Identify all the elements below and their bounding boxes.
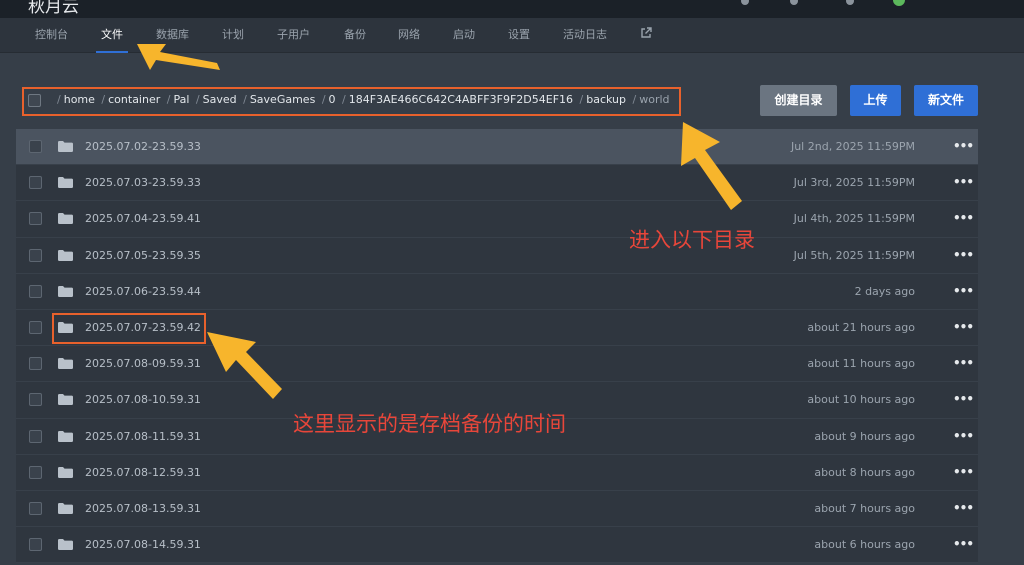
row-checkbox[interactable] <box>29 357 42 371</box>
tab-console[interactable]: 控制台 <box>35 18 68 53</box>
top-icon[interactable] <box>741 0 749 5</box>
file-modified: 2 days ago <box>854 284 915 298</box>
folder-icon <box>58 249 73 261</box>
row-checkbox[interactable] <box>29 465 42 479</box>
file-row[interactable]: 2025.07.05-23.59.35 Jul 5th, 2025 11:59PM… <box>16 237 978 274</box>
folder-icon <box>58 394 73 406</box>
file-row[interactable]: 2025.07.08-09.59.31 about 11 hours ago ••• <box>16 346 978 383</box>
tab-startup[interactable]: 启动 <box>453 18 475 53</box>
file-name[interactable]: 2025.07.05-23.59.35 <box>85 249 201 262</box>
upload-button[interactable]: 上传 <box>850 85 901 116</box>
file-list: 2025.07.02-23.59.33 Jul 2nd, 2025 11:59PM… <box>16 129 978 564</box>
file-name[interactable]: 2025.07.03-23.59.33 <box>85 176 201 189</box>
tab-settings[interactable]: 设置 <box>508 18 530 53</box>
folder-icon <box>58 141 73 152</box>
tab-subusers[interactable]: 子用户 <box>277 18 310 53</box>
app-brand[interactable]: 秋月云 <box>28 0 79 17</box>
top-icon[interactable] <box>846 0 854 5</box>
file-row[interactable]: 2025.07.08-14.59.31 about 6 hours ago ••• <box>16 527 978 564</box>
file-row[interactable]: 2025.07.02-23.59.33 Jul 2nd, 2025 11:59PM… <box>16 129 978 166</box>
tab-backups[interactable]: 备份 <box>344 18 366 53</box>
file-modified: Jul 5th, 2025 11:59PM <box>793 248 915 262</box>
row-checkbox[interactable] <box>29 140 42 153</box>
file-name[interactable]: 2025.07.08-09.59.31 <box>85 357 201 370</box>
more-options-icon[interactable]: ••• <box>953 537 974 551</box>
file-name[interactable]: 2025.07.02-23.59.33 <box>85 140 201 153</box>
folder-icon <box>58 430 73 442</box>
file-row[interactable]: 2025.07.03-23.59.33 Jul 3rd, 2025 11:59PM… <box>16 165 978 202</box>
more-options-icon[interactable]: ••• <box>953 465 974 479</box>
file-name[interactable]: 2025.07.08-14.59.31 <box>85 538 201 551</box>
tab-schedules[interactable]: 计划 <box>222 18 244 53</box>
more-options-icon[interactable]: ••• <box>953 284 974 298</box>
folder-highlight-box <box>52 313 206 344</box>
folder-icon <box>58 177 73 189</box>
tab-files[interactable]: 文件 <box>96 18 128 53</box>
folder-icon <box>58 285 73 297</box>
more-options-icon[interactable]: ••• <box>953 139 974 153</box>
more-options-icon[interactable]: ••• <box>953 429 974 443</box>
file-name[interactable]: 2025.07.08-11.59.31 <box>85 430 201 443</box>
file-row[interactable]: 2025.07.08-13.59.31 about 7 hours ago ••• <box>16 490 978 528</box>
row-checkbox[interactable] <box>29 538 42 552</box>
file-row[interactable]: 2025.07.08-12.59.31 about 8 hours ago ••• <box>16 454 978 491</box>
row-checkbox[interactable] <box>29 212 42 226</box>
file-name[interactable]: 2025.07.08-10.59.31 <box>85 393 201 406</box>
file-modified: about 6 hours ago <box>814 538 915 552</box>
path-highlight-box <box>22 87 681 116</box>
row-checkbox[interactable] <box>29 429 42 443</box>
file-modified: about 9 hours ago <box>814 429 915 443</box>
top-icon[interactable] <box>790 0 798 5</box>
more-options-icon[interactable]: ••• <box>953 211 974 225</box>
more-options-icon[interactable]: ••• <box>953 392 974 406</box>
more-options-icon[interactable]: ••• <box>953 320 974 334</box>
create-directory-button[interactable]: 创建目录 <box>760 85 837 116</box>
annotation-enter-dir: 进入以下目录 <box>629 228 755 252</box>
file-modified: Jul 2nd, 2025 11:59PM <box>790 140 915 153</box>
file-modified: about 21 hours ago <box>807 320 915 334</box>
more-options-icon[interactable]: ••• <box>953 501 974 515</box>
folder-icon <box>58 466 73 478</box>
file-modified: about 8 hours ago <box>814 465 915 479</box>
tab-databases[interactable]: 数据库 <box>156 18 189 53</box>
file-modified: about 7 hours ago <box>814 501 915 515</box>
row-checkbox[interactable] <box>29 284 42 298</box>
annotation-backup-time: 这里显示的是存档备份的时间 <box>293 412 566 436</box>
file-modified: Jul 3rd, 2025 11:59PM <box>793 176 915 190</box>
external-link-icon[interactable] <box>640 27 652 41</box>
new-file-button[interactable]: 新文件 <box>914 85 978 116</box>
folder-icon <box>58 213 73 225</box>
row-checkbox[interactable] <box>29 501 42 515</box>
file-modified: Jul 4th, 2025 11:59PM <box>793 212 915 226</box>
folder-icon <box>58 502 73 514</box>
row-checkbox[interactable] <box>29 320 42 334</box>
row-checkbox[interactable] <box>29 248 42 262</box>
status-indicator <box>893 0 905 6</box>
file-name[interactable]: 2025.07.06-23.59.44 <box>85 285 201 298</box>
file-row[interactable]: 2025.07.06-23.59.44 2 days ago ••• <box>16 273 978 310</box>
file-name[interactable]: 2025.07.08-12.59.31 <box>85 466 201 479</box>
top-bar: 秋月云 <box>0 0 1024 18</box>
more-options-icon[interactable]: ••• <box>953 356 974 370</box>
file-name[interactable]: 2025.07.04-23.59.41 <box>85 212 201 225</box>
more-options-icon[interactable]: ••• <box>953 248 974 262</box>
tab-network[interactable]: 网络 <box>398 18 420 53</box>
row-checkbox[interactable] <box>29 176 42 190</box>
file-name[interactable]: 2025.07.08-13.59.31 <box>85 502 201 515</box>
more-options-icon[interactable]: ••• <box>953 175 974 189</box>
nav-bar: 控制台 文件 数据库 计划 子用户 备份 网络 启动 设置 活动日志 <box>0 18 1024 53</box>
file-modified: about 11 hours ago <box>807 357 915 371</box>
folder-icon <box>58 539 73 551</box>
row-checkbox[interactable] <box>29 393 42 407</box>
file-modified: about 10 hours ago <box>807 393 915 407</box>
tab-activity-log[interactable]: 活动日志 <box>563 18 607 53</box>
folder-icon <box>58 358 73 370</box>
file-row[interactable]: 2025.07.04-23.59.41 Jul 4th, 2025 11:59PM… <box>16 201 978 238</box>
